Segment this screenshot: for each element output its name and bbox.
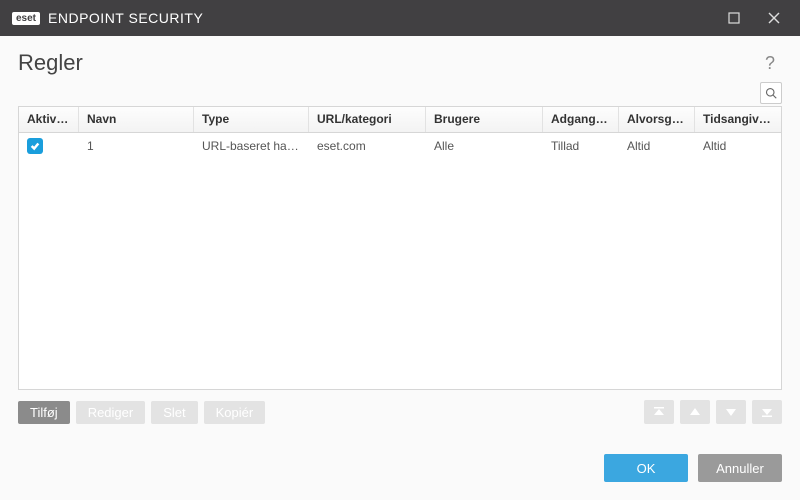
- dialog-footer: OK Annuller: [18, 454, 782, 482]
- col-header-url[interactable]: URL/kategori: [309, 107, 426, 132]
- edit-button[interactable]: Rediger: [76, 401, 146, 424]
- ok-button[interactable]: OK: [604, 454, 688, 482]
- chevron-top-icon: [653, 406, 665, 418]
- col-header-users[interactable]: Brugere: [426, 107, 543, 132]
- brand-text: ENDPOINT SECURITY: [48, 10, 203, 26]
- col-header-name[interactable]: Navn: [79, 107, 194, 132]
- cell-severity: Altid: [619, 135, 695, 157]
- col-header-enabled[interactable]: Aktiver...: [19, 107, 79, 132]
- chevron-down-icon: [725, 406, 737, 418]
- cell-enabled: [19, 134, 79, 158]
- table-row[interactable]: 1 URL-baseret handli... eset.com Alle Ti…: [19, 133, 781, 159]
- window-close-button[interactable]: [754, 0, 794, 36]
- search-button[interactable]: [760, 82, 782, 104]
- delete-button[interactable]: Slet: [151, 401, 197, 424]
- move-top-button[interactable]: [644, 400, 674, 424]
- table-header: Aktiver... Navn Type URL/kategori Bruger…: [19, 107, 781, 133]
- chevron-bottom-icon: [761, 406, 773, 418]
- move-down-button[interactable]: [716, 400, 746, 424]
- window-maximize-button[interactable]: [714, 0, 754, 36]
- add-button[interactable]: Tilføj: [18, 401, 70, 424]
- brand: eset ENDPOINT SECURITY: [12, 10, 203, 26]
- table-body: 1 URL-baseret handli... eset.com Alle Ti…: [19, 133, 781, 389]
- action-bar: Tilføj Rediger Slet Kopiér: [18, 400, 782, 424]
- rules-table: Aktiver... Navn Type URL/kategori Bruger…: [18, 106, 782, 390]
- col-header-severity[interactable]: Alvorsgrad: [619, 107, 695, 132]
- cell-time: Altid: [695, 135, 781, 157]
- copy-button[interactable]: Kopiér: [204, 401, 266, 424]
- cell-type: URL-baseret handli...: [194, 135, 309, 157]
- eset-logo: eset: [12, 12, 40, 25]
- col-header-time[interactable]: Tidsangive...: [695, 107, 781, 132]
- enabled-checkbox[interactable]: [27, 138, 43, 154]
- move-bottom-button[interactable]: [752, 400, 782, 424]
- titlebar: eset ENDPOINT SECURITY: [0, 0, 800, 36]
- content-area: Regler ? Aktiver... Navn Type URL/katego…: [0, 36, 800, 500]
- page-title: Regler: [18, 50, 758, 76]
- col-header-access[interactable]: Adgangsre...: [543, 107, 619, 132]
- move-up-button[interactable]: [680, 400, 710, 424]
- cell-name: 1: [79, 135, 194, 157]
- cell-url: eset.com: [309, 135, 426, 157]
- cell-access: Tillad: [543, 135, 619, 157]
- help-button[interactable]: ?: [758, 53, 782, 74]
- col-header-type[interactable]: Type: [194, 107, 309, 132]
- chevron-up-icon: [689, 406, 701, 418]
- cell-users: Alle: [426, 135, 543, 157]
- cancel-button[interactable]: Annuller: [698, 454, 782, 482]
